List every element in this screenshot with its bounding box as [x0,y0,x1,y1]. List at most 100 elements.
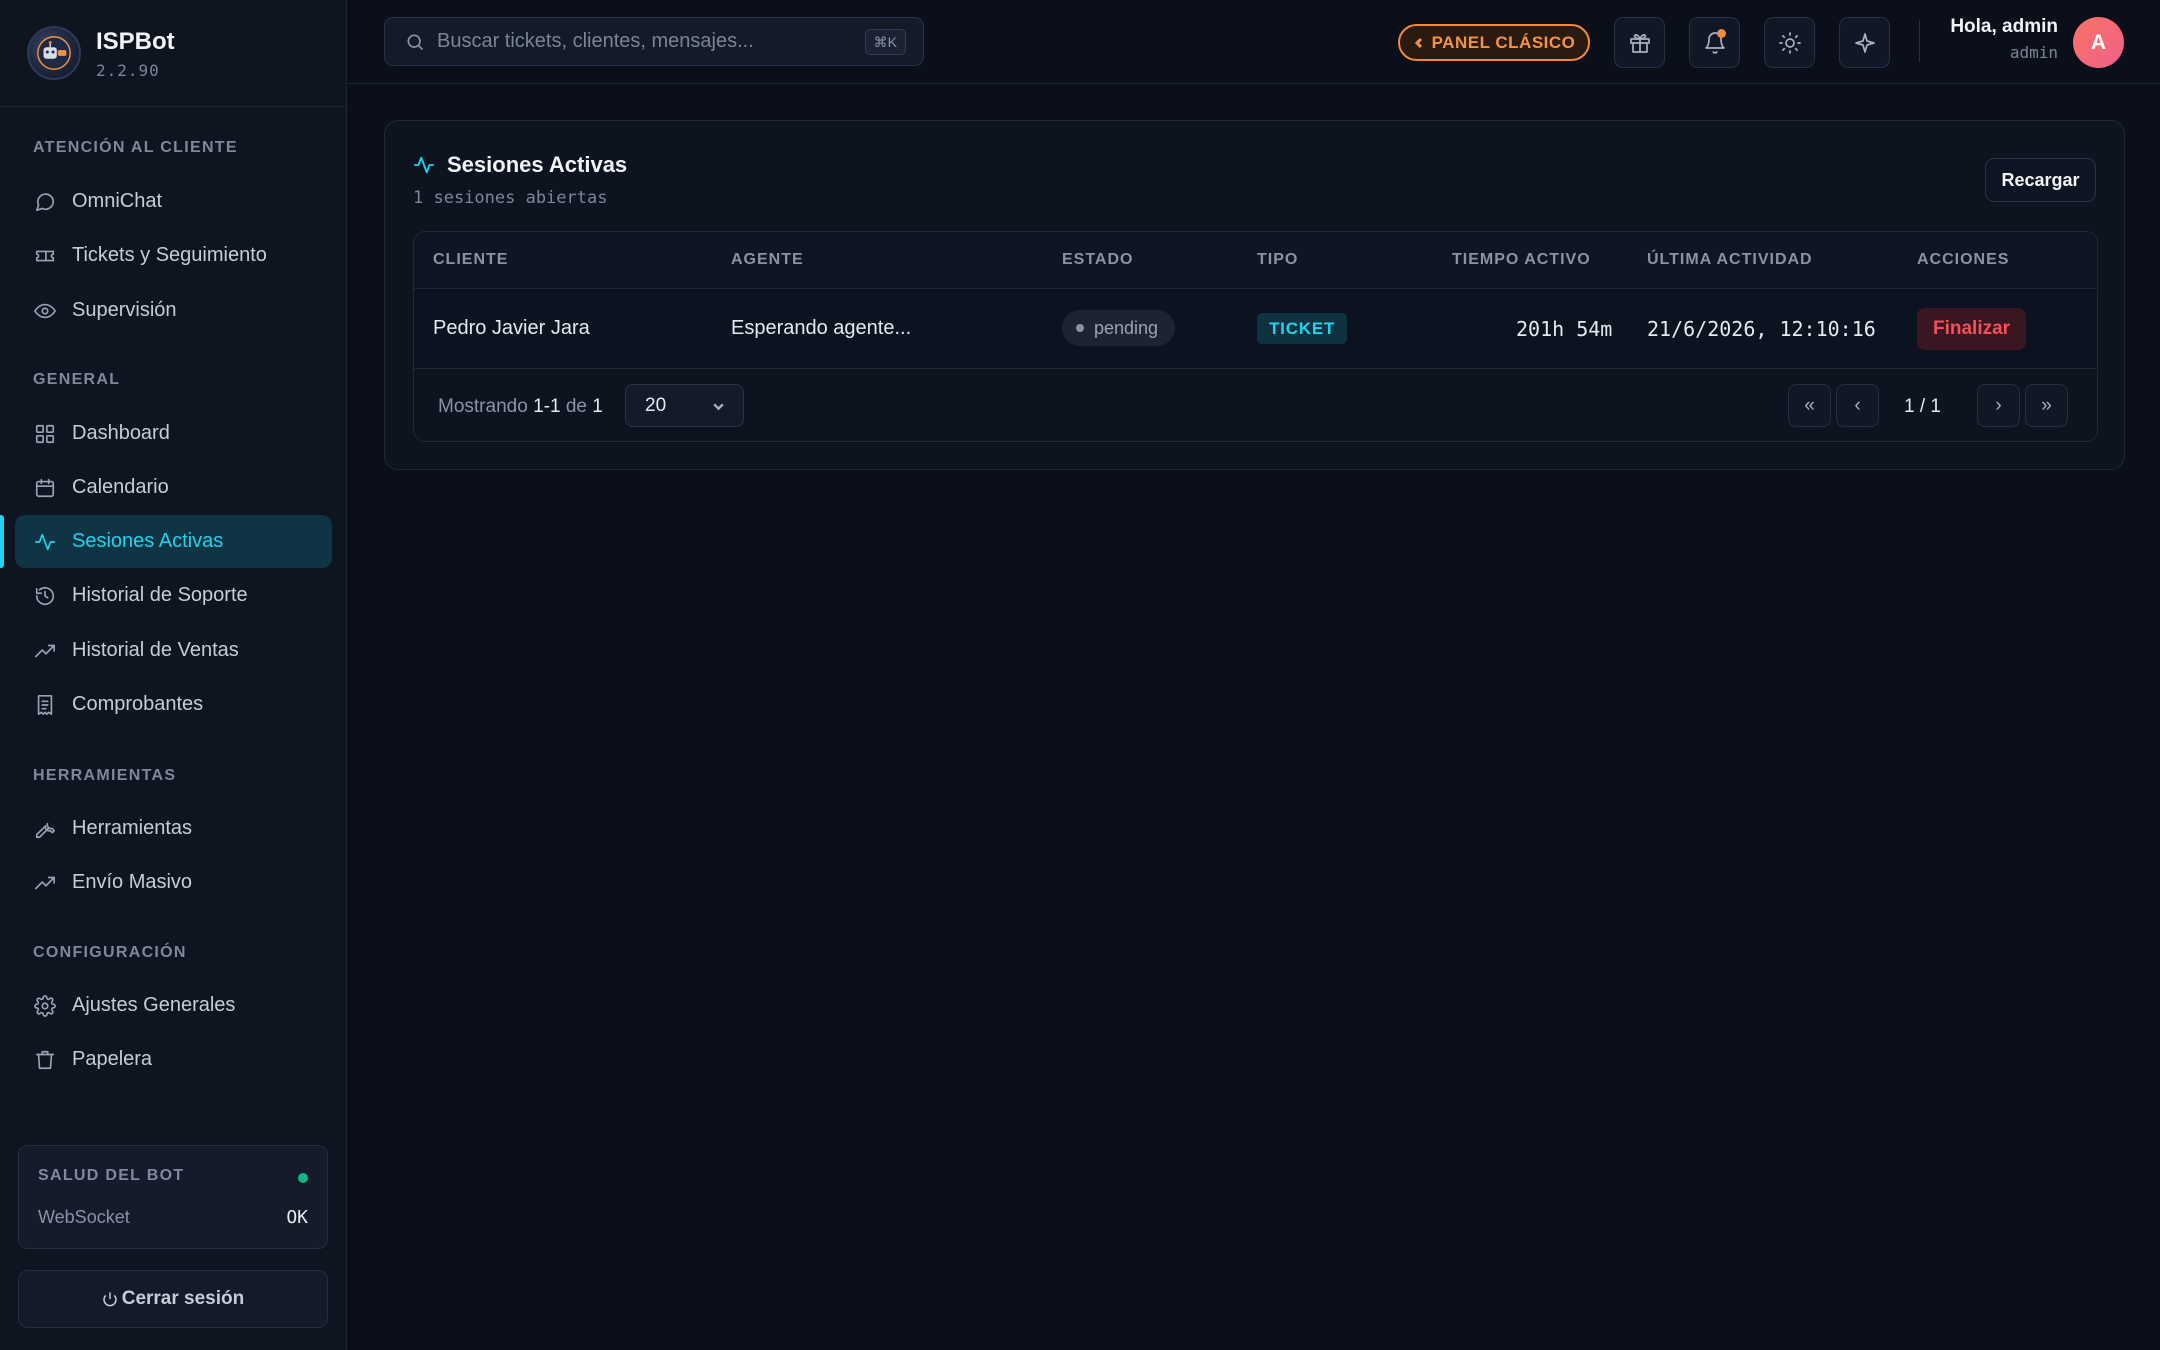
theme-toggle-button[interactable] [1764,17,1815,68]
sidebar-item-historial-soporte[interactable]: Historial de Soporte [15,569,332,622]
sidebar-item-label: Papelera [72,1048,153,1070]
sidebar-item-label: Sesiones Activas [72,530,224,552]
next-page-button[interactable]: › [1977,384,2020,427]
sidebar-item-label: Historial de Ventas [72,639,239,661]
gift-button[interactable] [1614,17,1665,68]
sidebar-item-sesiones-activas[interactable]: Sesiones Activas [15,515,332,568]
health-value: OK [286,1207,308,1228]
pagination-summary: Mostrando 1-1 de 1 [438,396,603,418]
power-icon [103,1292,117,1307]
activity-icon [34,531,56,553]
sidebar-item-label: Tickets y Seguimiento [72,244,267,266]
gear-icon [34,994,56,1017]
sidebar-item-papelera[interactable]: Papelera [15,1033,332,1086]
column-header-ultima[interactable]: ÚLTIMA ACTIVIDAD [1647,251,1813,269]
bot-health-panel: SALUD DEL BOT WebSocket OK [18,1145,328,1249]
search-icon [407,34,424,50]
wrench-icon [34,818,56,840]
first-page-button[interactable]: « [1788,384,1831,427]
logout-button[interactable]: Cerrar sesión [18,1270,328,1328]
table-row[interactable]: Pedro Javier Jara Esperando agente... pe… [414,289,2097,369]
status-dot [1076,324,1084,332]
sidebar-item-label: Ajustes Generales [72,994,236,1016]
cell-agente: Esperando agente... [731,317,912,339]
sessions-count: 1 sesiones abiertas [413,188,608,208]
sidebar-item-ajustes[interactable]: Ajustes Generales [15,979,332,1032]
robot-logo-icon [37,36,71,70]
sidebar-item-omnichat[interactable]: OmniChat [15,175,332,228]
search-input[interactable]: Buscar tickets, clientes, mensajes... ⌘K [384,17,924,66]
per-page-value: 20 [645,394,667,416]
sidebar-item-comprobantes[interactable]: Comprobantes [15,678,332,731]
reload-button[interactable]: Recargar [1985,158,2096,202]
cell-ultima-actividad: 21/6/2026, 12:10:16 [1647,317,1876,341]
brand-version: 2.2.90 [96,60,160,80]
sidebar-item-label: Dashboard [72,422,170,444]
page-indicator: 1 / 1 [1904,396,1941,417]
user-role: admin [2009,43,2058,62]
active-indicator [0,515,4,568]
showing-total: 1 [592,396,603,417]
sidebar-item-label: Envío Masivo [72,871,193,893]
user-greeting: Hola, admin admin [1950,16,2058,62]
sidebar-item-label: Historial de Soporte [72,584,248,606]
chevron-down-icon [713,403,724,411]
avatar[interactable]: A [2073,17,2124,68]
receipt-icon [34,694,56,716]
notifications-button[interactable] [1689,17,1740,68]
status-badge: pending [1062,310,1176,346]
card-title: Sesiones Activas [413,152,627,178]
calendar-icon [34,477,56,499]
sidebar-item-calendario[interactable]: Calendario [15,461,332,514]
table-header: CLIENTE AGENTE ESTADO TIPO TIEMPO ACTIVO… [414,232,2097,289]
column-header-tiempo[interactable]: TIEMPO ACTIVO [1452,251,1591,269]
topbar: Buscar tickets, clientes, mensajes... ⌘K… [348,0,2160,84]
trending-up-icon [34,640,56,662]
sidebar-item-label: Comprobantes [72,693,204,715]
showing-range: 1-1 [533,396,561,417]
page-title: Sesiones Activas [447,152,628,177]
gift-icon [1629,33,1650,53]
column-header-tipo[interactable]: TIPO [1257,251,1298,269]
classic-panel-label: PANEL CLÁSICO [1431,32,1576,52]
eye-icon [34,300,56,322]
sidebar-item-envio-masivo[interactable]: Envío Masivo [15,856,332,909]
notification-dot [1717,29,1726,38]
sidebar-item-label: Supervisión [72,299,177,321]
sidebar: ISPBot 2.2.90 ATENCIÓN AL CLIENTE OmniCh… [0,0,347,1350]
column-header-agente[interactable]: AGENTE [731,251,804,269]
prev-page-button[interactable]: ‹ [1836,384,1879,427]
classic-panel-button[interactable]: PANEL CLÁSICO [1398,24,1590,61]
search-shortcut: ⌘K [864,29,906,55]
sidebar-item-historial-ventas[interactable]: Historial de Ventas [15,624,332,677]
grid-icon [34,423,56,445]
search-placeholder: Buscar tickets, clientes, mensajes... [437,30,754,52]
health-title: SALUD DEL BOT [38,1167,185,1184]
last-page-button[interactable]: » [2025,384,2068,427]
sidebar-item-herramientas[interactable]: Herramientas [15,802,332,855]
cell-tiempo-activo: 201h 54m [1516,317,1613,341]
showing-prefix: Mostrando [438,396,528,417]
sun-icon [1778,31,1801,54]
section-title-atencion: ATENCIÓN AL CLIENTE [33,139,238,156]
column-header-estado[interactable]: ESTADO [1062,251,1133,269]
history-icon [34,585,56,607]
trash-icon [34,1049,56,1071]
section-title-herramientas: HERRAMIENTAS [33,767,177,784]
trending-up-icon [34,872,56,894]
section-title-general: GENERAL [33,371,121,388]
sparkle-button[interactable] [1839,17,1890,68]
finalize-button[interactable]: Finalizar [1917,308,2027,350]
per-page-select[interactable]: 20 [625,384,744,427]
activity-icon [413,156,435,174]
brand-name: ISPBot [96,27,175,55]
sidebar-item-supervision[interactable]: Supervisión [15,284,332,337]
column-header-cliente[interactable]: CLIENTE [433,251,508,269]
sidebar-item-dashboard[interactable]: Dashboard [15,407,332,460]
status-label: pending [1094,317,1159,338]
table-footer: Mostrando 1-1 de 1 20 « ‹ 1 / 1 › » [414,370,2097,441]
sidebar-item-tickets[interactable]: Tickets y Seguimiento [15,229,332,282]
health-label: WebSocket [38,1207,130,1227]
sessions-table: CLIENTE AGENTE ESTADO TIPO TIEMPO ACTIVO… [413,231,2098,442]
sidebar-item-label: Herramientas [72,817,193,839]
